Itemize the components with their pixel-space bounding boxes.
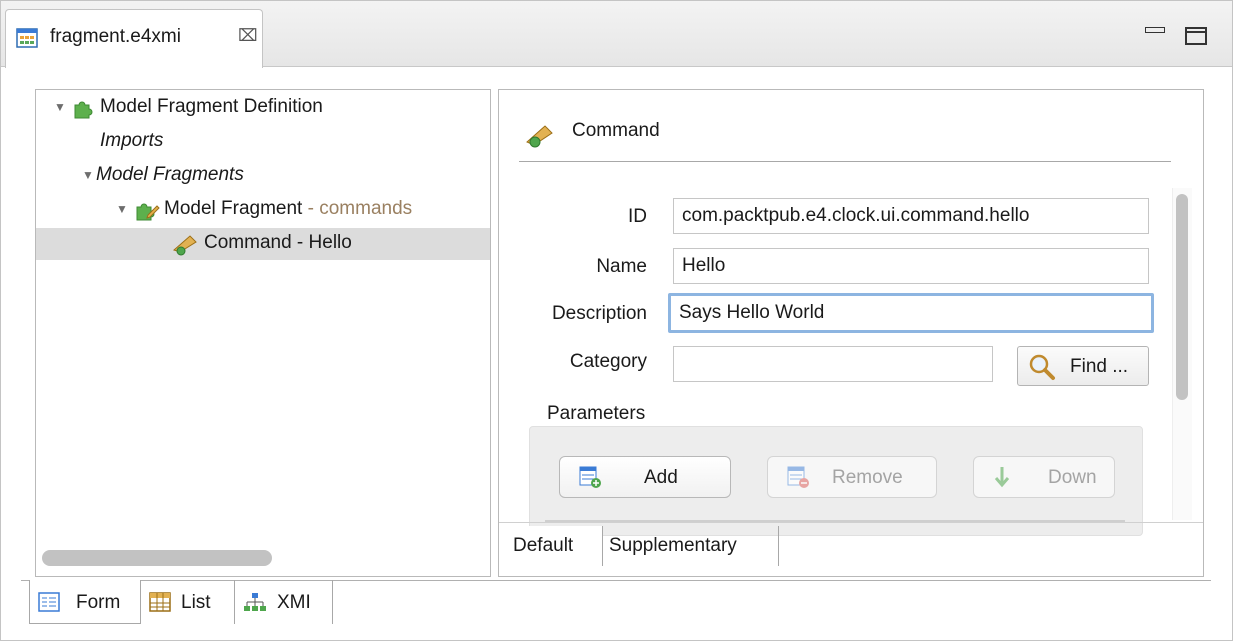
editor-tab-fragment[interactable]: fragment.e4xmi ⌧ bbox=[5, 9, 263, 68]
tree-item-command-hello[interactable]: Command - Hello bbox=[36, 228, 490, 260]
tree-item-model-fragment[interactable]: ▼ Model Fragment - commands bbox=[36, 194, 490, 226]
tree-item-model-fragment-definition[interactable]: ▼ Model Fragment Definition bbox=[36, 92, 490, 124]
find-button-label: Find ... bbox=[1070, 356, 1129, 377]
add-button[interactable]: Add bbox=[559, 456, 731, 498]
tree-item-suffix: - commands bbox=[307, 198, 413, 219]
horizontal-scrollbar[interactable] bbox=[42, 550, 272, 566]
close-icon[interactable]: ⌧ bbox=[238, 26, 258, 46]
add-table-icon bbox=[578, 465, 602, 495]
remove-table-icon bbox=[786, 465, 810, 495]
tab-default[interactable]: Default bbox=[507, 526, 603, 566]
tree-item-label: Command - Hello bbox=[204, 232, 352, 253]
category-field[interactable] bbox=[673, 346, 993, 382]
minimize-icon[interactable] bbox=[1145, 25, 1165, 35]
tree-item-label: Model Fragment Definition bbox=[100, 96, 323, 117]
remove-button-label: Remove bbox=[832, 467, 903, 488]
tree-item-model-fragments[interactable]: ▼ Model Fragments bbox=[36, 160, 490, 192]
expand-arrow-icon[interactable]: ▼ bbox=[116, 202, 128, 216]
tab-default-label: Default bbox=[513, 535, 574, 556]
editor-window: fragment.e4xmi ⌧ ▼ Model Fragment Defini… bbox=[0, 0, 1233, 641]
tab-supplementary-label: Supplementary bbox=[609, 535, 737, 556]
command-icon bbox=[170, 232, 200, 262]
description-field[interactable] bbox=[668, 293, 1154, 333]
tree-item-label: Model Fragments bbox=[96, 164, 244, 185]
tab-form[interactable]: Form bbox=[29, 580, 141, 624]
table-icon bbox=[149, 592, 171, 618]
command-detail-panel: Command ID Name Description Category Fin… bbox=[498, 89, 1204, 577]
hierarchy-icon bbox=[243, 592, 267, 618]
tab-xmi[interactable]: XMI bbox=[235, 580, 333, 624]
tab-xmi-label: XMI bbox=[277, 592, 311, 613]
editor-tab-title: fragment.e4xmi bbox=[50, 26, 181, 47]
tab-form-label: Form bbox=[76, 592, 121, 613]
vertical-scrollbar[interactable] bbox=[1176, 194, 1188, 400]
form-icon bbox=[38, 592, 60, 618]
maximize-icon[interactable] bbox=[1185, 27, 1207, 45]
puzzle-pencil-icon bbox=[134, 199, 160, 227]
tree-item-label: Imports bbox=[100, 130, 164, 151]
search-icon bbox=[1028, 353, 1056, 387]
header-divider bbox=[519, 161, 1171, 162]
puzzle-icon bbox=[72, 97, 94, 125]
description-label: Description bbox=[551, 303, 647, 324]
expand-arrow-icon[interactable]: ▼ bbox=[82, 168, 94, 182]
tree-item-label-group: Model Fragment - commands bbox=[164, 198, 412, 220]
tree-item-imports[interactable]: Imports bbox=[36, 126, 490, 158]
table-file-icon bbox=[16, 28, 38, 53]
model-tree: ▼ Model Fragment Definition Imports ▼ Mo… bbox=[35, 89, 491, 577]
down-button-label: Down bbox=[1048, 467, 1097, 488]
detail-tab-divider bbox=[499, 522, 1203, 523]
command-icon bbox=[523, 120, 557, 153]
arrow-down-icon bbox=[992, 465, 1012, 495]
parameters-label: Parameters bbox=[547, 403, 646, 424]
editor-tab-bar: fragment.e4xmi ⌧ bbox=[1, 1, 1232, 68]
add-button-label: Add bbox=[644, 467, 678, 488]
name-field[interactable] bbox=[673, 248, 1149, 284]
tree-item-label: Model Fragment bbox=[164, 198, 303, 219]
id-field[interactable] bbox=[673, 198, 1149, 234]
tab-list[interactable]: List bbox=[141, 580, 235, 624]
expand-arrow-icon[interactable]: ▼ bbox=[54, 100, 66, 114]
remove-button[interactable]: Remove bbox=[767, 456, 937, 498]
tab-list-label: List bbox=[181, 592, 211, 613]
category-label: Category bbox=[569, 351, 647, 372]
id-label: ID bbox=[628, 206, 647, 227]
find-button[interactable]: Find ... bbox=[1017, 346, 1149, 386]
tab-supplementary[interactable]: Supplementary bbox=[603, 526, 779, 566]
down-button[interactable]: Down bbox=[973, 456, 1115, 498]
name-label: Name bbox=[596, 256, 647, 277]
detail-title: Command bbox=[572, 120, 660, 141]
